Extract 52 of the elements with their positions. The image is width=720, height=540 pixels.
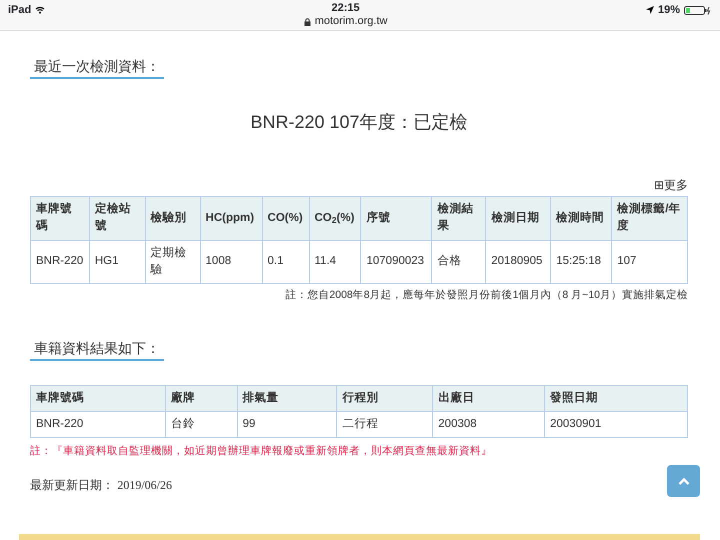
table-cell: 200308 xyxy=(432,412,545,438)
column-header: 序號 xyxy=(360,196,432,240)
table-cell: 20030901 xyxy=(544,412,688,438)
chevron-up-icon xyxy=(678,477,690,485)
location-arrow-icon xyxy=(646,6,654,14)
table-cell: 15:25:18 xyxy=(550,240,612,284)
table-cell: BNR-220 xyxy=(30,412,166,438)
column-header: 排氣量 xyxy=(237,385,337,412)
inspection-title: BNR-220 107年度：已定檢 xyxy=(249,111,469,134)
table-cell: 二行程 xyxy=(336,412,433,438)
column-header: 檢測時間 xyxy=(550,196,612,240)
url-text: motorim.org.tw xyxy=(314,15,388,28)
inspection-note: 註：您自2008年8月起，應每年於發照月份前後1個月內（8 月~10月）實施排氣定檢 xyxy=(284,288,688,303)
clock-time: 22:15 xyxy=(330,2,361,15)
section-heading: 車籍資料結果如下： xyxy=(30,338,164,361)
data-source-note: 註：『車籍資料取自監理機關，如近期曾辦理車牌報廢或重新領牌者，則本網頁查無最新資料』 xyxy=(30,444,493,460)
column-header: 出廠日 xyxy=(432,385,545,412)
table-cell: 107090023 xyxy=(360,240,432,284)
column-header: CO$_{2}$(%) xyxy=(309,196,361,240)
column-header: CO(%) xyxy=(262,196,309,240)
table-cell: 0.1 xyxy=(262,240,309,284)
column-header: 檢驗別 xyxy=(145,196,200,240)
table-cell: 合格 xyxy=(432,240,486,284)
table-cell: BNR-220 xyxy=(30,240,90,284)
section-heading: 最近一次檢測資料： xyxy=(30,56,164,79)
column-header: 車牌號碼 xyxy=(30,196,90,240)
column-header: 車牌號碼 xyxy=(30,385,166,412)
table-cell: 107 xyxy=(612,240,688,284)
column-header: 行程別 xyxy=(336,385,433,412)
update-date: 2019/06/26 xyxy=(117,478,172,492)
column-header: 定檢站號 xyxy=(89,196,146,240)
table-cell: 定期檢驗 xyxy=(145,240,200,284)
scroll-to-top-button[interactable] xyxy=(667,465,700,497)
column-header: 檢測日期 xyxy=(486,196,551,240)
more-link[interactable]: ⊞更多 xyxy=(654,176,688,194)
table-cell: HG1 xyxy=(89,240,146,284)
table-cell: 1008 xyxy=(200,240,262,284)
wifi-icon xyxy=(35,6,46,14)
column-header: 檢測標籤/年度 xyxy=(612,196,688,240)
column-header: 檢測結果 xyxy=(432,196,486,240)
table-cell: 99 xyxy=(237,412,337,438)
update-label: 最新更新日期： xyxy=(30,478,114,492)
table-cell: 20180905 xyxy=(486,240,551,284)
lock-icon xyxy=(304,18,311,26)
table-cell: 台鈴 xyxy=(165,412,238,438)
column-header: HC(ppm) xyxy=(200,196,262,240)
column-header: 發照日期 xyxy=(544,385,688,412)
table-cell: 11.4 xyxy=(309,240,361,284)
battery-icon xyxy=(684,6,712,15)
battery-percent: 19% xyxy=(658,3,680,18)
column-header: 廠牌 xyxy=(165,385,238,412)
device-name: iPad xyxy=(8,3,32,18)
